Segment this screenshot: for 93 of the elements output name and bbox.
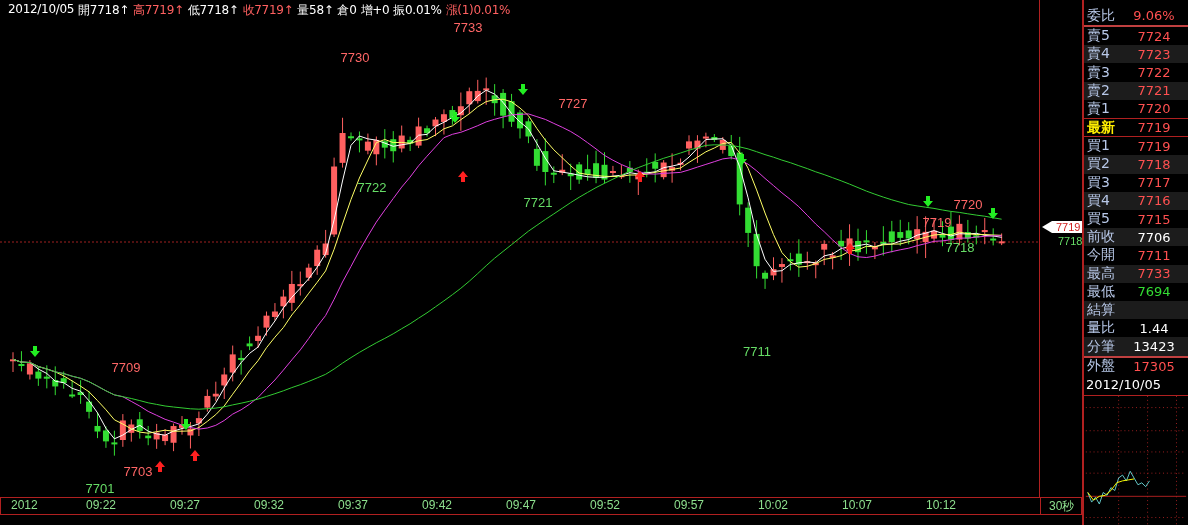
quote-label: 賣5 — [1087, 27, 1111, 46]
quote-label: 最高 — [1087, 264, 1116, 283]
time-axis-label: 09:37 — [338, 498, 370, 514]
quote-value: 1.44 — [1138, 320, 1170, 336]
price-label: 7718 — [945, 240, 975, 255]
quote-info: 開7718↑ — [78, 2, 129, 19]
quote-label: 賣4 — [1087, 45, 1111, 64]
quote-info: 高7719↑ — [132, 2, 184, 19]
quote-value: 7724 — [1136, 28, 1172, 44]
quote-value: 7720 — [1136, 101, 1172, 117]
quote-value: 17305 — [1132, 358, 1176, 374]
quote-label: 今開 — [1087, 246, 1116, 265]
quote-value: 7706 — [1136, 229, 1172, 245]
down-arrow-icon — [737, 154, 747, 165]
time-axis-label: 09:27 — [170, 498, 202, 514]
quote-label: 最低 — [1087, 282, 1116, 301]
quote-info: 振0.01% — [393, 2, 442, 19]
time-axis-label: 09:22 — [86, 498, 118, 514]
date-label: 2012/10/05 — [1084, 374, 1188, 396]
interval-label: 30秒 — [1048, 498, 1075, 514]
quote-value: 7711 — [1136, 248, 1172, 263]
price-label: 7733 — [453, 20, 483, 35]
quote-value: 7694 — [1136, 284, 1172, 300]
down-arrow-icon — [923, 196, 933, 207]
quote-info: 漲(1)0.01% — [445, 2, 511, 19]
time-axis-label: 10:02 — [758, 498, 790, 514]
quote-label: 量比 — [1087, 319, 1116, 338]
candlestick — [855, 228, 861, 262]
quote-label: 買4 — [1087, 191, 1111, 210]
quote-info: 收7719↑ — [242, 2, 294, 19]
candlestick — [10, 351, 16, 373]
time-axis-label: 09:52 — [590, 498, 622, 514]
quote-value: 7717 — [1136, 175, 1172, 191]
quote-label: 分筆 — [1087, 337, 1116, 356]
quote-value: 7716 — [1136, 193, 1172, 209]
price-label: 7711 — [743, 344, 771, 359]
price-label: 7721 — [523, 195, 553, 210]
quote-label: 結算 — [1087, 301, 1116, 320]
quote-label: 賣1 — [1087, 99, 1111, 118]
quote-label: 買3 — [1087, 173, 1111, 192]
price-label: 7703 — [123, 464, 153, 479]
time-axis-label: 10:07 — [842, 498, 874, 514]
quote-info: 2012/10/05 — [8, 2, 75, 18]
time-axis-label: 10:12 — [926, 498, 958, 514]
up-arrow-icon — [155, 461, 165, 472]
price-axis-label: 7718 — [1058, 235, 1083, 247]
time-axis-label: 09:47 — [506, 498, 538, 514]
quote-value: 7721 — [1136, 83, 1172, 99]
quote-label: 買5 — [1087, 210, 1111, 229]
quote-label: 外盤 — [1087, 357, 1116, 376]
price-label: 7701 — [85, 481, 115, 496]
up-arrow-icon — [845, 243, 855, 254]
quote-info: 量58↑ — [297, 2, 334, 19]
quote-info: 增+0 — [360, 2, 390, 19]
quote-value: 7718 — [1136, 156, 1172, 172]
up-arrow-icon — [635, 171, 645, 182]
down-arrow-icon — [518, 84, 528, 95]
price-label: 7720 — [953, 197, 983, 212]
price-label: 7709 — [111, 360, 141, 375]
price-label: 7730 — [340, 50, 370, 65]
quote-value: 9.06% — [1132, 8, 1176, 24]
time-axis-label: 09:57 — [674, 498, 706, 514]
quote-value: 7719 — [1136, 120, 1172, 136]
down-arrow-icon — [181, 419, 191, 430]
quote-value: 13423 — [1132, 339, 1176, 355]
quote-value: 7719 — [1136, 138, 1172, 154]
time-axis-label: 09:42 — [422, 498, 454, 514]
up-arrow-icon — [190, 450, 200, 461]
last-price-tag: 7719 — [1042, 221, 1083, 233]
quote-value: 7722 — [1136, 65, 1172, 80]
quote-value: 7723 — [1136, 46, 1172, 62]
time-axis-label: 2012 — [10, 498, 39, 514]
down-arrow-icon — [988, 208, 998, 219]
price-label: 7727 — [558, 96, 588, 111]
quote-label: 委比 — [1087, 6, 1116, 25]
quote-info: 倉0 — [337, 2, 357, 19]
quote-info: 低7718↑ — [187, 2, 239, 19]
quote-label: 買2 — [1087, 155, 1111, 174]
quote-value: 7715 — [1136, 211, 1172, 227]
candlestick — [348, 131, 354, 141]
quote-label: 最新 — [1087, 118, 1116, 137]
down-arrow-icon — [450, 112, 460, 123]
quote-value: 7733 — [1136, 266, 1172, 282]
quote-label: 買1 — [1087, 137, 1111, 156]
quote-label: 前收 — [1087, 228, 1116, 247]
candlestick — [686, 134, 692, 156]
up-arrow-icon — [458, 171, 468, 182]
price-label: 7722 — [357, 180, 387, 195]
quote-label: 賣2 — [1087, 81, 1111, 100]
down-arrow-icon — [30, 346, 40, 357]
time-axis-label: 09:32 — [254, 498, 286, 514]
candlestick — [517, 109, 523, 139]
quote-label: 賣3 — [1087, 63, 1111, 82]
